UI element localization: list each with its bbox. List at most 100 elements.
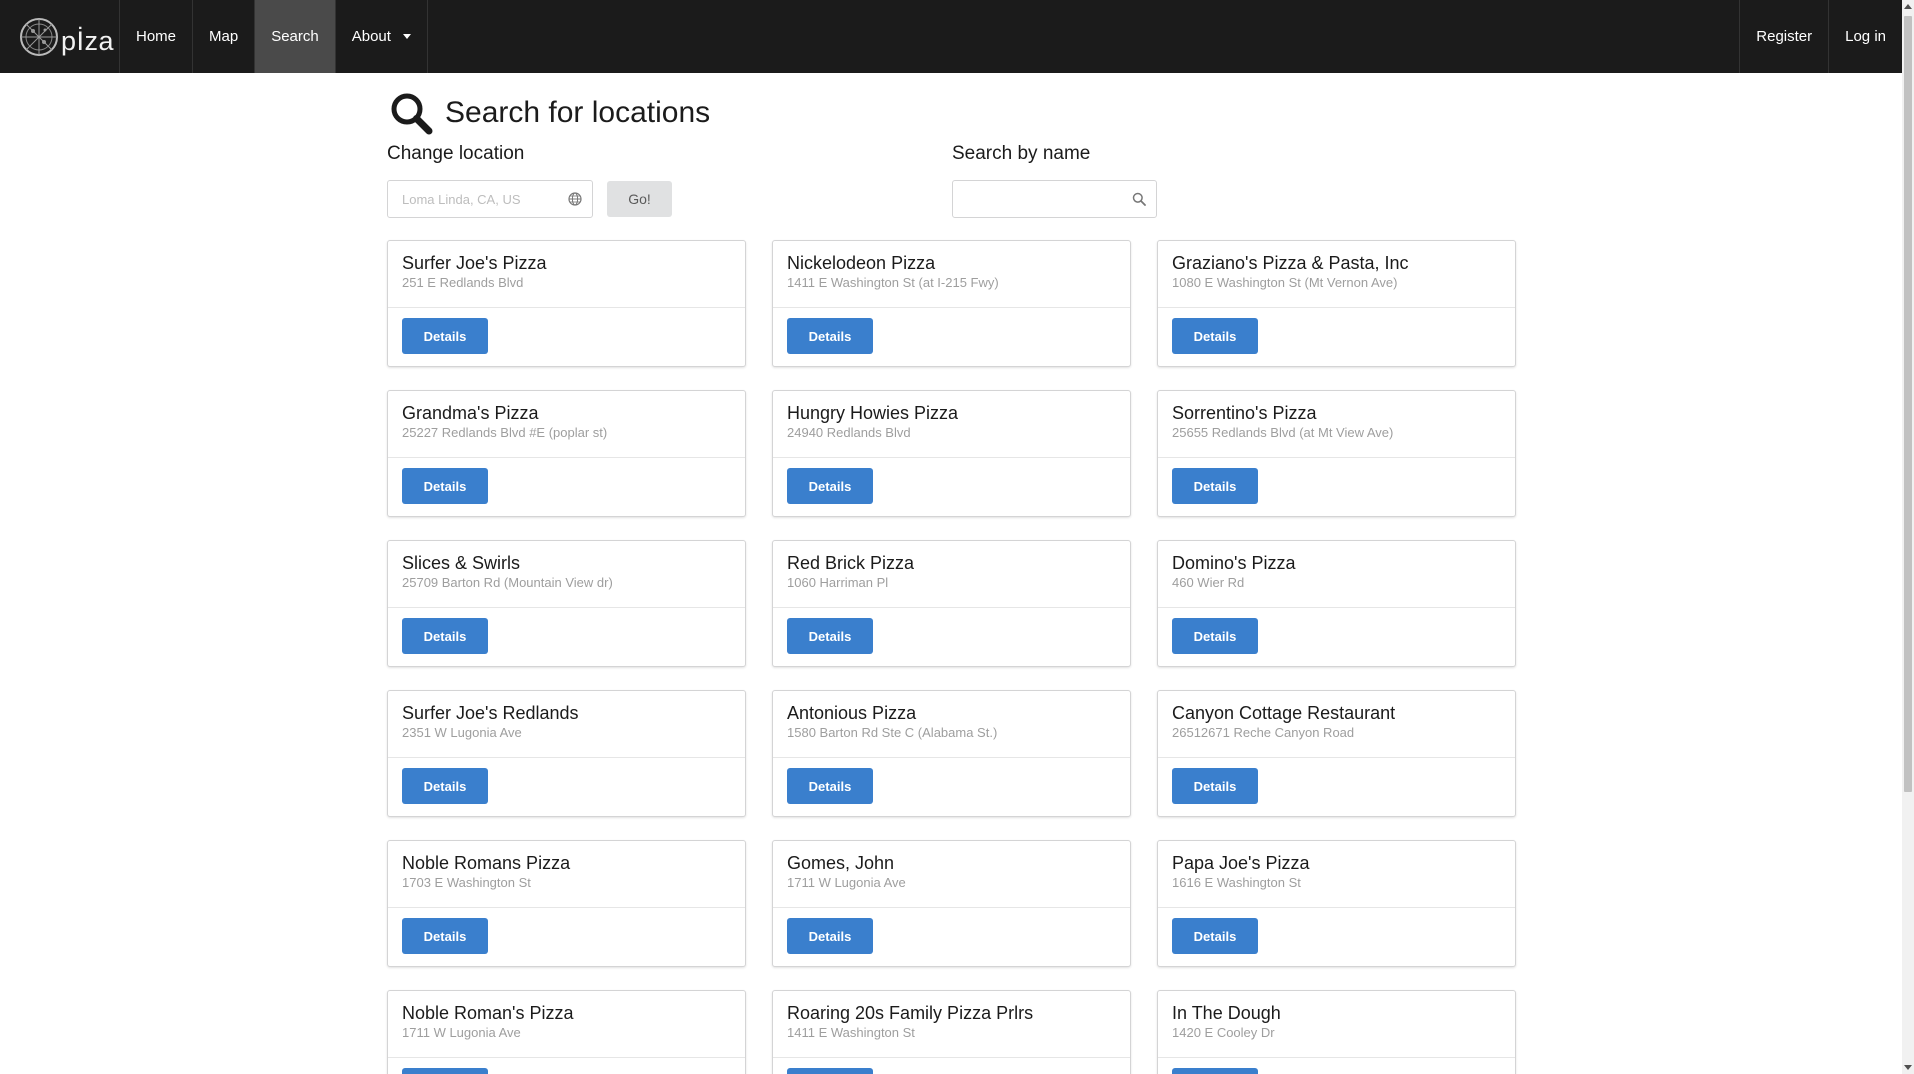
details-button[interactable]: Details	[1172, 768, 1258, 804]
card-title[interactable]: In The Dough	[1172, 1002, 1501, 1024]
scroll-down-icon[interactable]	[1904, 1065, 1912, 1070]
details-button[interactable]: Details	[787, 618, 873, 654]
card-address: 1580 Barton Rd Ste C (Alabama St.)	[787, 725, 998, 740]
card-address: 25655 Redlands Blvd (at Mt View Ave)	[1172, 425, 1394, 440]
result-card: Surfer Joe's Pizza 251 E Redlands Blvd Det…	[387, 240, 746, 367]
results-grid: Surfer Joe's Pizza 251 E Redlands Blvd Det…	[387, 240, 1516, 1074]
card-address: 1616 E Washington St	[1172, 875, 1301, 890]
top-navbar: pİza Home Map Search About Register Log …	[0, 0, 1902, 73]
details-button[interactable]: Details	[787, 1068, 873, 1074]
card-title[interactable]: Hungry Howies Pizza	[787, 402, 1116, 424]
scroll-thumb[interactable]	[1904, 16, 1912, 792]
card-title[interactable]: Gomes, John	[787, 852, 1116, 874]
result-card: In The Dough1420 E Cooley Dr Details	[1157, 990, 1516, 1074]
card-title[interactable]: Graziano's Pizza & Pasta, Inc	[1172, 252, 1501, 274]
card-footer: Details	[1158, 1058, 1515, 1074]
card-title[interactable]: Slices & Swirls	[402, 552, 731, 574]
details-button[interactable]: Details	[1172, 318, 1258, 354]
details-button[interactable]: Details	[787, 768, 873, 804]
card-header: Papa Joe's Pizza 1616 E Washington St	[1158, 841, 1515, 908]
logo[interactable]: pİza	[0, 0, 120, 73]
card-header: Surfer Joe's Pizza 251 E Redlands Blvd	[388, 241, 745, 308]
nav-register-label: Register	[1756, 28, 1813, 45]
card-title[interactable]: Red Brick Pizza	[787, 552, 1116, 574]
result-card: Noble Romans Pizza 1703 E Washington St De…	[387, 840, 746, 967]
nav-login[interactable]: Log in	[1828, 0, 1902, 73]
card-header: Canyon Cottage Restaurant 26512671 Reche …	[1158, 691, 1515, 758]
scroll-up-icon[interactable]	[1904, 4, 1912, 9]
card-address: 25227 Redlands Blvd #E (poplar st)	[402, 425, 608, 440]
card-header: In The Dough 1420 E Cooley Dr	[1158, 991, 1515, 1058]
details-button[interactable]: Details	[1172, 1068, 1258, 1074]
card-title[interactable]: Surfer Joe's Redlands	[402, 702, 731, 724]
card-footer: Details	[773, 758, 1130, 804]
details-button[interactable]: Details	[1172, 618, 1258, 654]
name-search-input[interactable]	[952, 180, 1157, 218]
card-header: Surfer Joe's Redlands 2351 W Lugonia Ave	[388, 691, 745, 758]
details-button[interactable]: Details	[1172, 918, 1258, 954]
card-title[interactable]: Nickelodeon Pizza	[787, 252, 1116, 274]
card-title[interactable]: Surfer Joe's Pizza	[402, 252, 731, 274]
card-title[interactable]: Antonious Pizza	[787, 702, 1116, 724]
result-card: Domino's Pizza 460 Wier Rd Details	[1157, 540, 1516, 667]
location-input[interactable]: Loma Linda, CA, US	[387, 180, 593, 218]
nav-home[interactable]: Home	[120, 0, 194, 73]
page-header: Search for locations	[387, 89, 1517, 137]
nav-map[interactable]: Map	[193, 0, 256, 73]
details-button[interactable]: Details	[787, 318, 873, 354]
card-footer: Details	[1158, 608, 1515, 654]
card-footer: Details	[1158, 458, 1515, 504]
main-content: Search for locations Change location Lom…	[387, 73, 1517, 1074]
card-title[interactable]: Papa Joe's Pizza	[1172, 852, 1501, 874]
nav-about-dropdown[interactable]: About	[336, 0, 428, 73]
card-address: 1420 E Cooley Dr	[1172, 1025, 1275, 1040]
details-button[interactable]: Details	[402, 318, 488, 354]
pizza-logo-icon	[20, 17, 58, 56]
details-button[interactable]: Details	[1172, 468, 1258, 504]
nav-search[interactable]: Search	[255, 0, 336, 73]
nav-register[interactable]: Register	[1739, 0, 1828, 73]
nav-home-label: Home	[136, 28, 177, 45]
details-button[interactable]: Details	[402, 618, 488, 654]
card-title[interactable]: Noble Romans Pizza	[402, 852, 731, 874]
nav-login-label: Log in	[1845, 28, 1886, 45]
card-title[interactable]: Sorrentino's Pizza	[1172, 402, 1501, 424]
vertical-scrollbar[interactable]	[1902, 0, 1914, 1074]
card-title[interactable]: Roaring 20s Family Pizza Prlrs	[787, 1002, 1116, 1024]
card-header: Hungry Howies Pizza 24940 Redlands Blvd	[773, 391, 1130, 458]
card-address: 1080 E Washington St (Mt Vernon Ave)	[1172, 275, 1398, 290]
card-footer: Details	[388, 308, 745, 354]
result-card: Surfer Joe's Redlands 2351 W Lugonia Ave D…	[387, 690, 746, 817]
location-label: Change location	[387, 143, 525, 164]
card-address: 1703 E Washington St	[402, 875, 531, 890]
card-header: Roaring 20s Family Pizza Prlrs 1411 E Was…	[773, 991, 1130, 1058]
card-header: Domino's Pizza 460 Wier Rd	[1158, 541, 1515, 608]
details-button[interactable]: Details	[787, 468, 873, 504]
result-card: Hungry Howies Pizza 24940 Redlands Blvd De…	[772, 390, 1131, 517]
go-button[interactable]: Go!	[607, 181, 672, 217]
card-address: 1411 E Washington St (at I-215 Fwy)	[787, 275, 999, 290]
details-button[interactable]: Details	[402, 918, 488, 954]
card-header: Nickelodeon Pizza 1411 E Washington St (a…	[773, 241, 1130, 308]
card-title[interactable]: Domino's Pizza	[1172, 552, 1501, 574]
search-icon	[391, 93, 433, 135]
search-controls: Change location Loma Linda, CA, US Go! S…	[387, 143, 1517, 218]
card-footer: Details	[388, 908, 745, 954]
nav-search-label: Search	[271, 28, 319, 45]
result-card: Graziano's Pizza & Pasta, Inc 1080 E Wash…	[1157, 240, 1516, 367]
card-header: Slices & Swirls 25709 Barton Rd (Mountain…	[388, 541, 745, 608]
card-address: 25709 Barton Rd (Mountain View dr)	[402, 575, 613, 590]
card-title[interactable]: Canyon Cottage Restaurant	[1172, 702, 1501, 724]
result-card: Grandma's Pizza 25227 Redlands Blvd #E (p…	[387, 390, 746, 517]
details-button[interactable]: Details	[402, 1068, 488, 1074]
result-card: Slices & Swirls 25709 Barton Rd (Mountain…	[387, 540, 746, 667]
details-button[interactable]: Details	[787, 918, 873, 954]
result-card: Red Brick Pizza 1060 Harriman Pl Details	[772, 540, 1131, 667]
location-section: Change location Loma Linda, CA, US Go!	[387, 143, 952, 218]
result-card: Gomes, John 1711 W Lugonia Ave Details	[772, 840, 1131, 967]
card-title[interactable]: Noble Roman's Pizza	[402, 1002, 731, 1024]
card-title[interactable]: Grandma's Pizza	[402, 402, 731, 424]
details-button[interactable]: Details	[402, 468, 488, 504]
result-card: Nickelodeon Pizza 1411 E Washington St (a…	[772, 240, 1131, 367]
details-button[interactable]: Details	[402, 768, 488, 804]
